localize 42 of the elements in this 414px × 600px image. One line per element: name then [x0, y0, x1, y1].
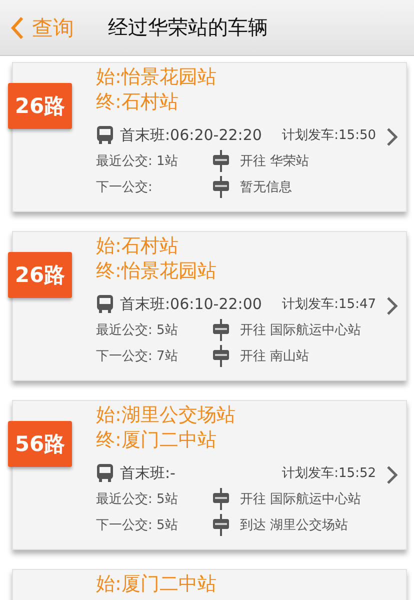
service-hours: 首末班:06:10-22:00: [120, 294, 262, 314]
bus-distance: 下一公交: 7站: [96, 348, 179, 365]
bus-direction: 暂无信息: [240, 179, 292, 196]
stop-sign-icon: [212, 150, 230, 172]
bus-direction: 开往 南山站: [240, 348, 310, 365]
service-hours: 首末班:-: [120, 464, 176, 482]
start-stop: 始:怡景花园站: [96, 65, 218, 90]
bus-direction: 开往 国际航运中心站: [240, 491, 362, 508]
planned-departure: 计划发车:15:47: [282, 296, 376, 313]
bus-distance: 最近公交: 1站: [96, 153, 179, 170]
stop-sign-icon: [212, 514, 230, 536]
bus-icon: [96, 294, 114, 314]
bus-distance: 下一公交:: [96, 179, 154, 196]
stop-sign-icon: [212, 319, 230, 341]
bus-direction: 开往 华荣站: [240, 153, 310, 170]
chevron-right-icon: [386, 296, 398, 316]
stop-sign-icon: [212, 345, 230, 367]
bus-icon: [96, 125, 114, 145]
bus-distance: 下一公交: 5站: [96, 517, 179, 534]
service-hours: 首末班:06:20-22:20: [120, 126, 262, 144]
end-stop: 终:怡景花园站: [96, 259, 218, 284]
chevron-right-icon: [386, 127, 398, 147]
start-stop: 始:湖里公交场站: [96, 403, 236, 428]
bus-distance: 最近公交: 5站: [96, 322, 179, 339]
bus-direction: 到达 湖里公交场站: [240, 517, 348, 534]
planned-departure: 计划发车:15:52: [282, 465, 376, 482]
back-icon: [10, 16, 24, 40]
route-badge: 26路: [8, 83, 72, 129]
route-badge: 56路: [8, 421, 72, 467]
end-stop: 终:石村站: [96, 90, 180, 115]
start-stop: 始:石村站: [96, 234, 180, 259]
end-stop: 终:厦门二中站: [96, 428, 218, 453]
start-stop: 始:厦门二中站: [96, 572, 218, 597]
stop-sign-icon: [212, 176, 230, 198]
bus-distance: 最近公交: 5站: [96, 491, 179, 508]
bus-icon: [96, 463, 114, 483]
stop-sign-icon: [212, 488, 230, 510]
route-badge: 26路: [8, 252, 72, 298]
chevron-right-icon: [386, 465, 398, 485]
bus-direction: 开往 国际航运中心站: [240, 322, 362, 339]
page-title: 经过华荣站的车辆: [108, 14, 268, 41]
planned-departure: 计划发车:15:50: [282, 127, 376, 144]
